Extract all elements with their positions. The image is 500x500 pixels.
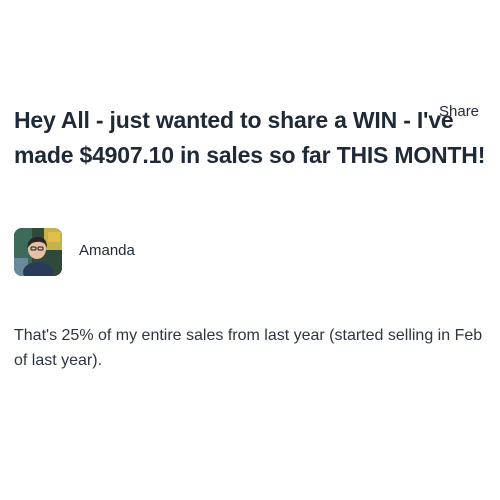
post-title: Hey All - just wanted to share a WIN - I… bbox=[14, 107, 486, 168]
avatar[interactable] bbox=[14, 228, 62, 276]
avatar-photo-icon bbox=[14, 228, 62, 276]
post-body: That's 25% of my entire sales from last … bbox=[14, 327, 483, 369]
author-name[interactable]: Amanda bbox=[79, 242, 135, 259]
share-button[interactable]: Share bbox=[439, 103, 479, 120]
author-row[interactable]: Amanda bbox=[14, 228, 135, 276]
